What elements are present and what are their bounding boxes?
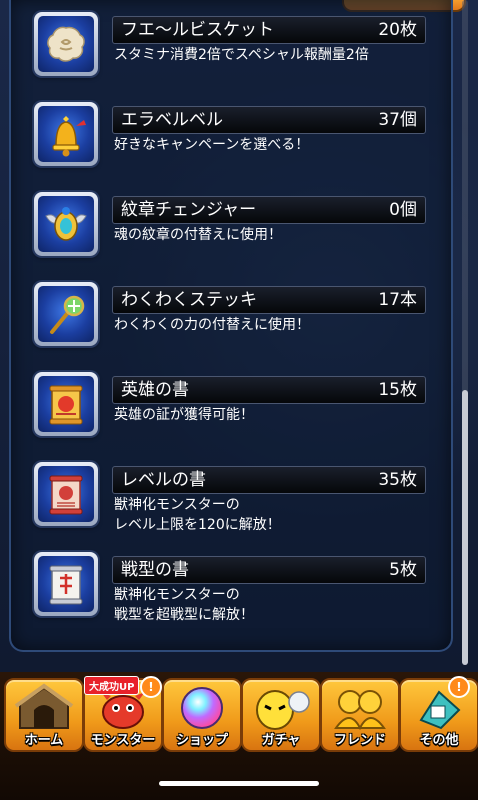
tab-shop-label: ショップ (175, 733, 228, 748)
tab-friend[interactable]: フレンド (320, 678, 400, 752)
item-name-bar: 英雄の書 15枚 (112, 376, 426, 404)
wand-icon (50, 295, 85, 334)
item-name: フエ～ルビスケット (121, 20, 274, 40)
bell-icon (52, 116, 86, 157)
tab-gacha-label: ガチャ (261, 733, 301, 748)
hero-scroll-icon (49, 385, 83, 425)
item-description: 魂の紋章の付替えに使用！ (114, 227, 282, 243)
item-icon-frame (34, 372, 98, 436)
item-name-bar: レベルの書 35枚 (112, 466, 426, 494)
item-icon-frame (34, 462, 98, 526)
tab-strip: ホーム モンスター ショップ ガチャ フレンド その他 (4, 678, 478, 752)
item-count: 35枚 (378, 470, 417, 490)
item-name: レベルの書 (121, 470, 206, 490)
item-icon-frame (34, 102, 98, 166)
item-icon-frame (34, 552, 98, 616)
item-description: 獣神化モンスターの レベル上限を120に解放！ (114, 497, 281, 533)
tab-home-label: ホーム (24, 733, 64, 748)
tab-gacha[interactable]: ガチャ (241, 678, 321, 752)
list-item[interactable]: フエ～ルビスケット 20枚 スタミナ消費2倍でスペシャル報酬量2倍 (34, 12, 434, 84)
item-description: わくわくの力の付替えに使用！ (114, 317, 310, 333)
item-description: 好きなキャンペーンを選べる！ (114, 137, 310, 153)
monster-alert-badge: ! (140, 676, 162, 698)
tab-shop[interactable]: ショップ (162, 678, 242, 752)
item-count: 0個 (389, 200, 417, 220)
list-item[interactable]: 紋章チェンジャー 0個 魂の紋章の付替えに使用！ (34, 192, 434, 264)
home-icon (14, 683, 74, 729)
item-icon-frame (34, 192, 98, 256)
list-item[interactable]: レベルの書 35枚 獣神化モンスターの レベル上限を120に解放！ (34, 462, 434, 534)
item-icon-frame (34, 12, 98, 76)
item-name: エラベルベル (121, 110, 223, 130)
friend-icon (334, 690, 386, 731)
item-count: 17本 (378, 290, 417, 310)
level-scroll-icon (49, 475, 83, 515)
biscuit-icon (47, 26, 85, 62)
item-count: 15枚 (378, 380, 417, 400)
item-name-bar: エラベルベル 37個 (112, 106, 426, 134)
item-count: 20枚 (378, 20, 417, 40)
tab-monster-label: モンスター (90, 733, 156, 748)
item-name-bar: フエ～ルビスケット 20枚 (112, 16, 426, 44)
home-indicator[interactable] (159, 781, 319, 786)
tab-home[interactable]: ホーム (4, 678, 84, 752)
tab-friend-label: フレンド (333, 733, 386, 748)
item-description: 英雄の証が獲得可能！ (114, 407, 254, 423)
list-item[interactable]: エラベルベル 37個 好きなキャンペーンを選べる！ (34, 102, 434, 174)
item-icon-frame (34, 282, 98, 346)
tab-other-label: その他 (419, 733, 459, 748)
list-item[interactable]: 戦型の書 5枚 獣神化モンスターの 戦型を超戦型に解放！ (34, 552, 434, 624)
item-count: 5枚 (389, 560, 417, 580)
item-count: 37個 (378, 110, 417, 130)
promo-badge: 大成功UP (84, 676, 140, 695)
item-description: スタミナ消費2倍でスペシャル報酬量2倍 (114, 47, 369, 63)
orb-icon (181, 687, 223, 729)
item-name: 戦型の書 (121, 560, 189, 580)
item-name: 紋章チェンジャー (121, 200, 257, 220)
gacha-icon (256, 690, 310, 730)
list-item[interactable]: 英雄の書 15枚 英雄の証が獲得可能！ (34, 372, 434, 444)
item-description: 獣神化モンスターの 戦型を超戦型に解放！ (114, 587, 254, 623)
other-alert-badge: ! (448, 676, 470, 698)
item-name-bar: 紋章チェンジャー 0個 (112, 196, 426, 224)
item-name: 英雄の書 (121, 380, 189, 400)
scrollbar-thumb[interactable] (462, 390, 468, 665)
item-name: わくわくステッキ (121, 290, 257, 310)
emblem-changer-icon (45, 207, 87, 241)
list-item[interactable]: わくわくステッキ 17本 わくわくの力の付替えに使用！ (34, 282, 434, 354)
item-name-bar: 戦型の書 5枚 (112, 556, 426, 584)
item-name-bar: わくわくステッキ 17本 (112, 286, 426, 314)
battle-style-scroll-icon (49, 565, 83, 605)
